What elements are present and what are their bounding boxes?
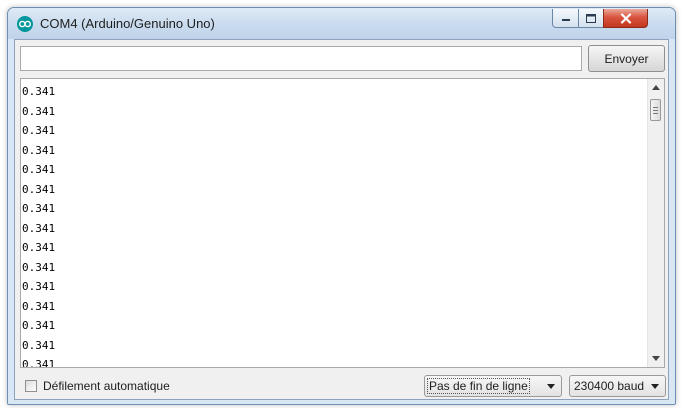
vertical-scrollbar[interactable] [647, 79, 664, 367]
title-bar[interactable]: COM4 (Arduino/Genuino Uno) [8, 8, 675, 39]
arduino-icon [17, 16, 33, 32]
send-button[interactable]: Envoyer [588, 45, 665, 72]
output-line: 0.341 [22, 143, 56, 157]
output-line: 0.341 [22, 299, 56, 313]
grip-line [653, 109, 658, 111]
serial-monitor-window: COM4 (Arduino/Genuino Uno) Envoyer 0.341… [7, 7, 676, 405]
grip-line [653, 112, 658, 114]
bottom-bar: Défilement automatique Pas de fin de lig… [15, 370, 668, 400]
grip-line [653, 106, 658, 108]
output-line: 0.341 [22, 85, 56, 98]
minimize-button[interactable] [552, 9, 579, 28]
monitor-body: Envoyer 0.341 0.341 0.341 0.341 0.341 0.341 0.… [14, 39, 669, 400]
chevron-down-icon [651, 384, 659, 389]
output-line: 0.341 [22, 163, 56, 176]
close-button[interactable] [603, 9, 648, 28]
window-title: COM4 (Arduino/Genuino Uno) [40, 16, 215, 31]
maximize-button[interactable] [578, 9, 604, 28]
maximize-icon [586, 13, 596, 23]
send-input[interactable] [20, 46, 582, 71]
line-ending-select[interactable]: Pas de fin de ligne [424, 375, 562, 397]
output-line: 0.341 [22, 202, 56, 215]
output-line: 0.341 [22, 358, 56, 368]
line-ending-value: Pas de fin de ligne [427, 378, 530, 394]
autoscroll-checkbox[interactable] [25, 380, 37, 392]
output-line: 0.341 [22, 104, 56, 118]
output-line: 0.341 [22, 182, 56, 196]
baud-rate-value: 230400 baud [574, 379, 645, 393]
output-lines: 0.341 0.341 0.341 0.341 0.341 0.341 0.341 0.341… [22, 84, 56, 368]
close-icon [620, 12, 631, 24]
scroll-down-arrow-icon[interactable] [648, 350, 664, 367]
autoscroll-label[interactable]: Défilement automatique [43, 379, 170, 393]
scrollbar-thumb[interactable] [650, 99, 661, 121]
output-line: 0.341 [22, 260, 56, 274]
output-line: 0.341 [22, 241, 56, 254]
output-line: 0.341 [22, 338, 56, 352]
output-line: 0.341 [22, 280, 56, 293]
serial-output[interactable]: 0.341 0.341 0.341 0.341 0.341 0.341 0.341 0.341… [20, 78, 665, 368]
scroll-up-arrow-icon[interactable] [648, 79, 664, 96]
output-line: 0.341 [22, 124, 56, 137]
chevron-down-icon [547, 384, 555, 389]
output-line: 0.341 [22, 319, 56, 332]
output-line: 0.341 [22, 221, 56, 235]
baud-rate-select[interactable]: 230400 baud [569, 375, 666, 397]
minimize-icon [561, 19, 570, 21]
